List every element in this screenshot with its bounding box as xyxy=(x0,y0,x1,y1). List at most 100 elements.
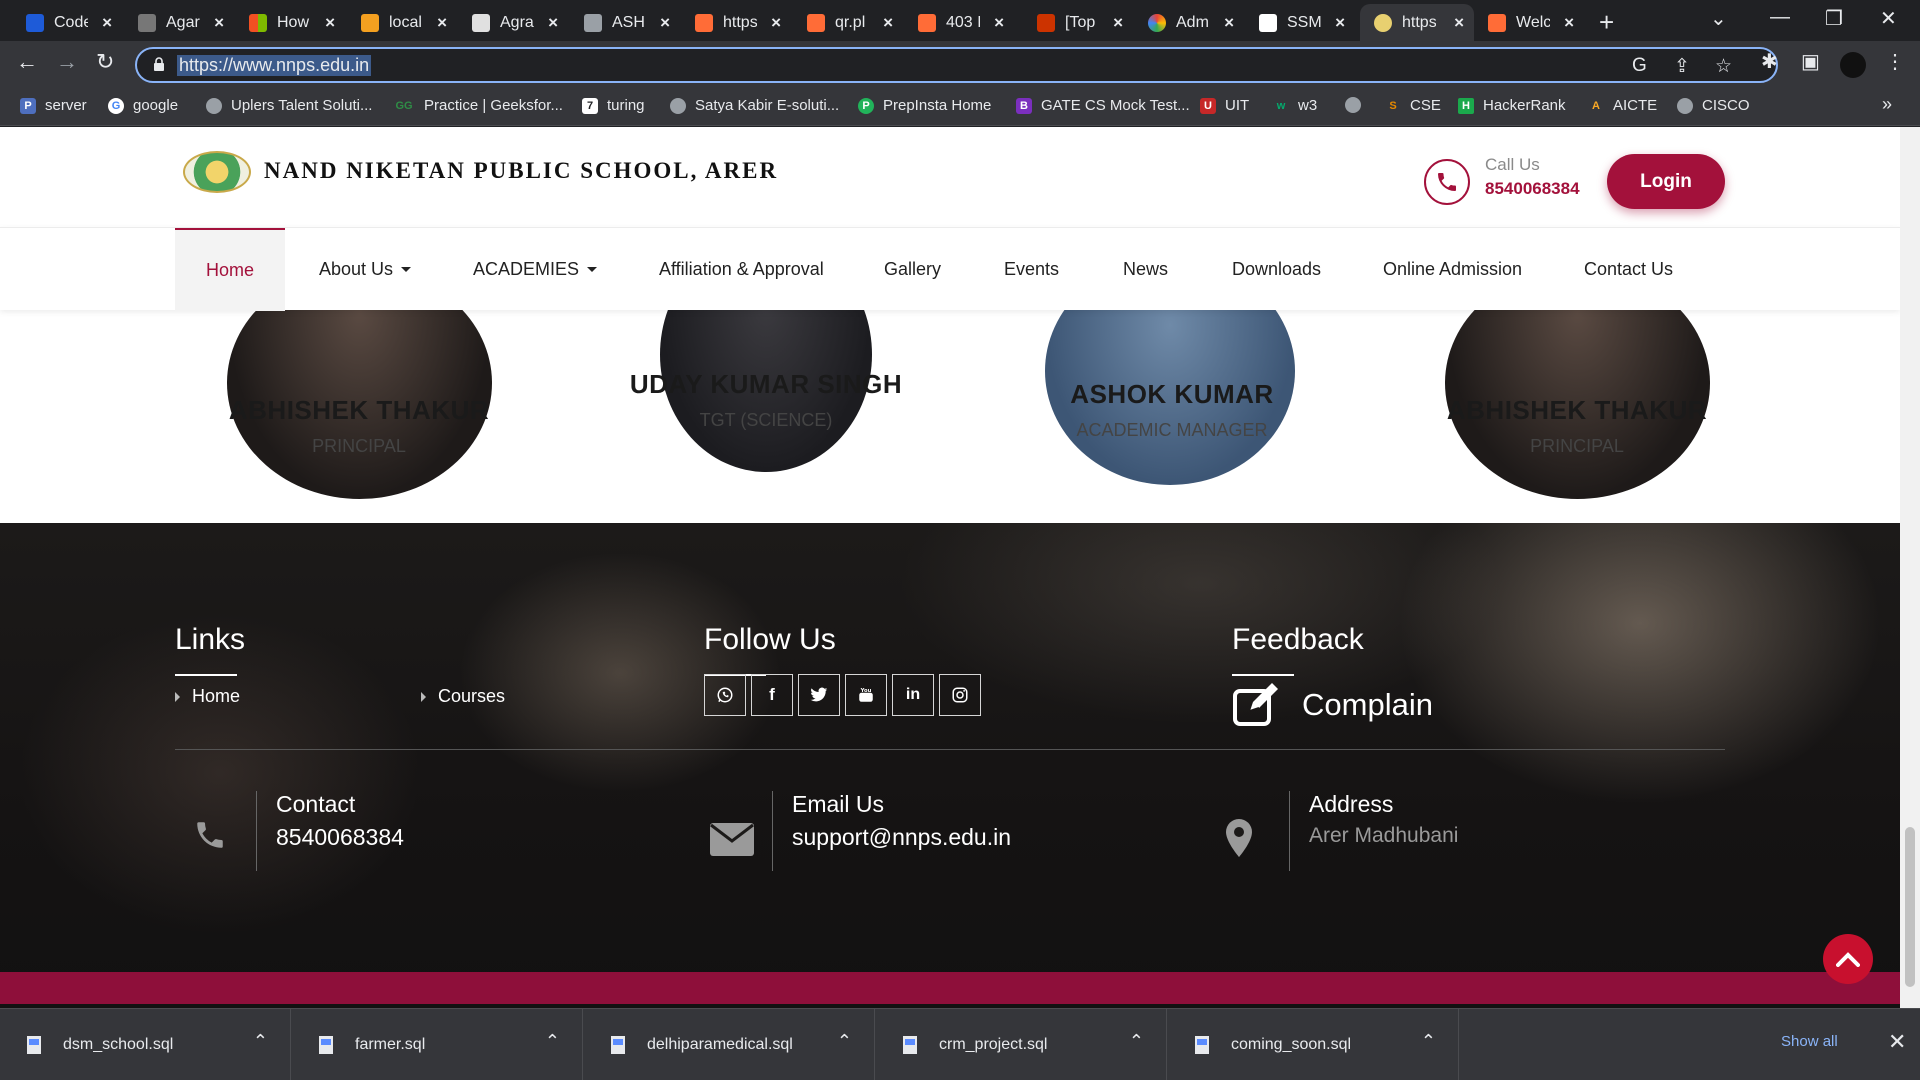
chevron-up-icon[interactable]: ⌃ xyxy=(1129,1031,1144,1052)
browser-tab[interactable]: [Top × xyxy=(1023,4,1133,41)
nav-events[interactable]: Events xyxy=(1004,228,1059,311)
url-text[interactable]: https://www.nnps.edu.in xyxy=(177,55,372,76)
bookmark-item[interactable]: 7 turing xyxy=(582,97,645,114)
close-window-button[interactable]: ✕ xyxy=(1880,6,1897,31)
tab-search-icon[interactable]: ⌄ xyxy=(1710,6,1727,31)
browser-tab-active[interactable]: https × xyxy=(1360,4,1474,41)
bookmark-item[interactable]: A AICTE xyxy=(1588,97,1657,114)
browser-tab[interactable]: ASH × xyxy=(570,4,680,41)
call-us-number[interactable]: 8540068384 xyxy=(1485,179,1580,199)
email-address[interactable]: support@nnps.edu.in xyxy=(792,824,1011,851)
nav-gallery[interactable]: Gallery xyxy=(884,228,941,311)
login-button[interactable]: Login xyxy=(1607,154,1725,209)
bookmark-item[interactable]: B GATE CS Mock Test... xyxy=(1016,97,1190,114)
forward-button[interactable]: → xyxy=(56,49,78,75)
nav-home[interactable]: Home xyxy=(175,228,285,311)
chevron-up-icon[interactable]: ⌃ xyxy=(253,1031,268,1052)
show-all-downloads-button[interactable]: Show all xyxy=(1781,1033,1838,1050)
close-tab-icon[interactable]: × xyxy=(102,13,112,33)
download-item[interactable]: delhiparamedical.sql ⌃ xyxy=(584,1009,875,1080)
footer-link-home[interactable]: Home xyxy=(175,686,240,707)
chevron-up-icon[interactable]: ⌃ xyxy=(545,1031,560,1052)
reload-button[interactable]: ↻ xyxy=(96,49,114,75)
nav-contact-us[interactable]: Contact Us xyxy=(1584,228,1673,311)
scroll-to-top-button[interactable] xyxy=(1823,934,1873,984)
bookmark-item[interactable]: Satya Kabir E-soluti... xyxy=(670,97,839,114)
google-lens-icon[interactable]: G xyxy=(1632,55,1647,77)
nav-academies[interactable]: ACADEMIES xyxy=(473,228,598,311)
bookmark-item[interactable] xyxy=(1345,97,1370,113)
browser-tab[interactable]: Adm × xyxy=(1134,4,1244,41)
close-tab-icon[interactable]: × xyxy=(1113,13,1123,33)
share-icon[interactable]: ⇪ xyxy=(1674,55,1690,78)
back-button[interactable]: ← xyxy=(16,49,38,75)
page-scrollbar[interactable] xyxy=(1900,127,1920,1008)
browser-tab[interactable]: Welc × xyxy=(1474,4,1584,41)
bookmark-item[interactable]: CISCO xyxy=(1677,97,1750,114)
browser-tab[interactable]: 403 I × xyxy=(904,4,1014,41)
bookmark-item[interactable]: H HackerRank xyxy=(1458,97,1566,114)
bookmark-item[interactable]: GG Practice | Geeksfor... xyxy=(393,97,563,114)
school-logo[interactable] xyxy=(183,151,251,193)
youtube-icon[interactable]: You xyxy=(845,674,887,716)
twitter-icon[interactable] xyxy=(798,674,840,716)
browser-tab[interactable]: Code × xyxy=(12,4,122,41)
bookmark-item[interactable]: P PrepInsta Home xyxy=(858,97,991,114)
close-tab-icon[interactable]: × xyxy=(994,13,1004,33)
menu-kebab-icon[interactable]: ⋮ xyxy=(1885,49,1905,74)
bookmark-item[interactable]: Ggoogle xyxy=(108,97,178,114)
bookmark-item[interactable]: S CSE xyxy=(1385,97,1441,114)
browser-tab[interactable]: How × xyxy=(235,4,345,41)
nav-about-us[interactable]: About Us xyxy=(319,228,412,311)
close-tab-icon[interactable]: × xyxy=(1335,13,1345,33)
close-tab-icon[interactable]: × xyxy=(325,13,335,33)
close-download-shelf-icon[interactable]: ✕ xyxy=(1888,1029,1906,1055)
close-tab-icon[interactable]: × xyxy=(548,13,558,33)
side-panel-icon[interactable]: ▣ xyxy=(1801,49,1820,74)
complain-link[interactable]: Complain xyxy=(1232,683,1433,727)
linkedin-icon[interactable]: in xyxy=(892,674,934,716)
chevron-up-icon[interactable]: ⌃ xyxy=(1421,1031,1436,1052)
browser-tab[interactable]: https × xyxy=(681,4,791,41)
contact-phone[interactable]: 8540068384 xyxy=(276,824,404,851)
close-tab-icon[interactable]: × xyxy=(1564,13,1574,33)
browser-tab[interactable]: qr.pl × xyxy=(793,4,903,41)
close-tab-icon[interactable]: × xyxy=(437,13,447,33)
bookmark-item[interactable]: Pserver xyxy=(20,97,87,114)
bookmarks-overflow-button[interactable]: » xyxy=(1882,94,1892,115)
school-name[interactable]: NAND NIKETAN PUBLIC SCHOOL, ARER xyxy=(264,158,778,184)
nav-news[interactable]: News xyxy=(1123,228,1168,311)
instagram-icon[interactable] xyxy=(939,674,981,716)
nav-downloads[interactable]: Downloads xyxy=(1232,228,1321,311)
browser-tab[interactable]: Agra × xyxy=(458,4,568,41)
facebook-icon[interactable]: f xyxy=(751,674,793,716)
chevron-up-icon[interactable]: ⌃ xyxy=(837,1031,852,1052)
close-tab-icon[interactable]: × xyxy=(883,13,893,33)
restore-button[interactable]: ❐ xyxy=(1825,6,1843,31)
bookmark-item[interactable]: U UIT xyxy=(1200,97,1249,114)
bookmark-item[interactable]: Uplers Talent Soluti... xyxy=(206,97,372,114)
profile-avatar[interactable] xyxy=(1840,52,1866,78)
footer-link-courses[interactable]: Courses xyxy=(421,686,505,707)
scrollbar-thumb[interactable] xyxy=(1905,827,1915,987)
download-item[interactable]: coming_soon.sql ⌃ xyxy=(1168,1009,1459,1080)
download-item[interactable]: crm_project.sql ⌃ xyxy=(876,1009,1167,1080)
browser-tab[interactable]: Agar × xyxy=(124,4,234,41)
close-tab-icon[interactable]: × xyxy=(1224,13,1234,33)
nav-affiliation[interactable]: Affiliation & Approval xyxy=(659,228,824,311)
close-tab-icon[interactable]: × xyxy=(214,13,224,33)
close-tab-icon[interactable]: × xyxy=(771,13,781,33)
extensions-icon[interactable]: ✱ xyxy=(1761,49,1778,74)
download-item[interactable]: dsm_school.sql ⌃ xyxy=(0,1009,291,1080)
minimize-button[interactable]: — xyxy=(1770,6,1790,29)
browser-tab[interactable]: SSM × xyxy=(1245,4,1355,41)
nav-online-admission[interactable]: Online Admission xyxy=(1383,228,1522,311)
bookmark-star-icon[interactable]: ☆ xyxy=(1715,55,1732,78)
close-tab-icon[interactable]: × xyxy=(660,13,670,33)
new-tab-button[interactable]: + xyxy=(1599,7,1614,38)
whatsapp-icon[interactable] xyxy=(704,674,746,716)
bookmark-item[interactable]: w w3 xyxy=(1273,97,1317,114)
close-tab-icon[interactable]: × xyxy=(1454,13,1464,33)
browser-tab[interactable]: local × xyxy=(347,4,457,41)
download-item[interactable]: farmer.sql ⌃ xyxy=(292,1009,583,1080)
